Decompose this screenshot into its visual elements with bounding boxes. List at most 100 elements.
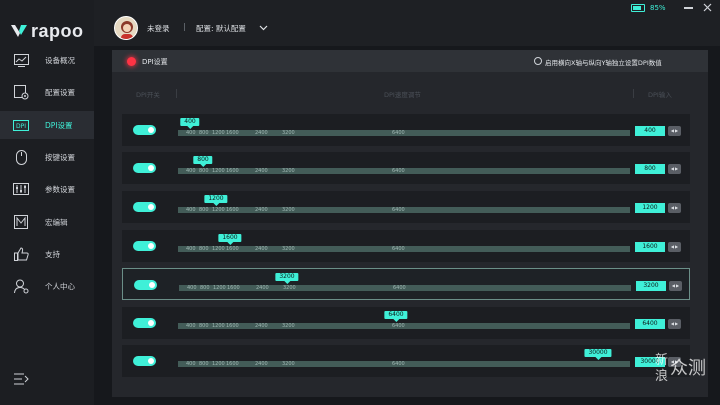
dpi-tick-label: 3200 bbox=[283, 285, 296, 291]
sidebar-item-config[interactable]: 配置设置 bbox=[0, 78, 94, 106]
increment-icon[interactable]: ▶ bbox=[675, 245, 678, 249]
dpi-slider-handle[interactable]: 800 bbox=[193, 156, 213, 167]
sidebar-item-user-center[interactable]: 个人中心 bbox=[0, 272, 94, 300]
dpi-stepper[interactable]: ◀ ▶ bbox=[668, 126, 681, 136]
dpi-slider-handle[interactable]: 30000 bbox=[584, 349, 612, 360]
dpi-row[interactable]: 400 800 1200 1600 2400 3200 6400 3200 3200 ◀ ▶ bbox=[122, 268, 690, 300]
dpi-stepper[interactable]: ◀ ▶ bbox=[668, 164, 681, 174]
dpi-stepper[interactable]: ◀ ▶ bbox=[668, 242, 681, 252]
dpi-tick-label: 3200 bbox=[282, 168, 295, 174]
sidebar-item-label: 按键设置 bbox=[45, 152, 75, 162]
dpi-toggle[interactable] bbox=[134, 280, 157, 290]
sidebar-item-label: 配置设置 bbox=[45, 87, 75, 97]
sidebar-item-buttons[interactable]: 按键设置 bbox=[0, 143, 94, 171]
decrement-icon[interactable]: ◀ bbox=[672, 284, 675, 288]
dpi-row[interactable]: 400 800 1200 1600 2400 3200 6400 6400 6400 ◀ ▶ bbox=[122, 307, 690, 339]
dpi-stepper[interactable]: ◀ ▶ bbox=[668, 319, 681, 329]
dpi-tick-label: 800 bbox=[199, 130, 209, 136]
sidebar-item-label: DPI设置 bbox=[45, 120, 73, 130]
dpi-slider-handle[interactable]: 400 bbox=[180, 118, 200, 129]
dpi-settings-panel: DPI设置 启用横向X轴与纵向Y轴独立设置DPI数值 DPI开关 DPI速度调节… bbox=[112, 50, 708, 397]
dpi-toggle[interactable] bbox=[133, 202, 156, 212]
column-header-toggle: DPI开关 bbox=[136, 91, 160, 99]
dpi-stepper[interactable]: ◀ ▶ bbox=[668, 203, 681, 213]
increment-icon[interactable]: ▶ bbox=[675, 206, 678, 210]
sidebar-item-macro[interactable]: 宏编辑 bbox=[0, 208, 94, 236]
config-selector[interactable]: 配置: 默认配置 bbox=[196, 23, 246, 34]
avatar[interactable] bbox=[114, 16, 138, 40]
header-separator: | bbox=[183, 22, 186, 31]
sidebar-item-label: 设备概况 bbox=[45, 55, 75, 65]
dpi-input[interactable]: 800 bbox=[635, 164, 665, 174]
dpi-row[interactable]: 400 800 1200 1600 2400 3200 6400 30000 30000 ◀ ▶ bbox=[122, 345, 690, 377]
xy-independent-label[interactable]: 启用横向X轴与纵向Y轴独立设置DPI数值 bbox=[545, 57, 662, 67]
dpi-toggle[interactable] bbox=[133, 163, 156, 173]
minimize-icon[interactable] bbox=[684, 7, 693, 9]
dpi-input[interactable]: 6400 bbox=[635, 319, 665, 329]
dpi-tick-label: 6400 bbox=[392, 207, 405, 213]
dpi-slider-handle[interactable]: 1200 bbox=[204, 195, 228, 206]
increment-icon[interactable]: ▶ bbox=[675, 167, 678, 171]
dpi-tick-label: 6400 bbox=[392, 323, 405, 329]
dpi-tick-label: 3200 bbox=[282, 207, 295, 213]
rapoo-logo: rapoo bbox=[10, 20, 84, 42]
column-header-input: DPI输入 bbox=[648, 91, 672, 99]
dpi-tick-label: 1200 bbox=[212, 130, 225, 136]
dpi-slider-handle[interactable]: 6400 bbox=[384, 311, 408, 322]
increment-icon[interactable]: ▶ bbox=[675, 129, 678, 133]
dpi-tick-label: 800 bbox=[199, 361, 209, 367]
record-dot-icon bbox=[127, 57, 136, 66]
dpi-stepper[interactable]: ◀ ▶ bbox=[669, 281, 682, 291]
section-title: DPI设置 bbox=[142, 58, 168, 66]
dpi-tick-label: 1200 bbox=[212, 323, 225, 329]
dpi-tick-label: 800 bbox=[199, 207, 209, 213]
dpi-tick-label: 3200 bbox=[282, 130, 295, 136]
dpi-row[interactable]: 400 800 1200 1600 2400 3200 6400 400 400 ◀ ▶ bbox=[122, 114, 690, 146]
dpi-tick-label: 2400 bbox=[255, 168, 268, 174]
decrement-icon[interactable]: ◀ bbox=[671, 245, 674, 249]
dpi-slider-handle[interactable]: 1600 bbox=[218, 234, 242, 245]
login-status[interactable]: 未登录 bbox=[147, 23, 170, 34]
dpi-input[interactable]: 400 bbox=[635, 126, 665, 136]
decrement-icon[interactable]: ◀ bbox=[671, 206, 674, 210]
dpi-row[interactable]: 400 800 1200 1600 2400 3200 6400 1200 1200 ◀ ▶ bbox=[122, 191, 690, 223]
svg-text:DPI: DPI bbox=[16, 123, 26, 130]
collapse-menu-icon[interactable] bbox=[13, 372, 29, 386]
dpi-toggle[interactable] bbox=[133, 356, 156, 366]
dpi-tick-label: 6400 bbox=[392, 168, 405, 174]
close-icon[interactable] bbox=[703, 3, 712, 12]
dpi-input[interactable]: 1600 bbox=[635, 242, 665, 252]
sidebar: rapoo 设备概况 配置设置 DPI DPI设置 按键设置 参数设置 宏编辑 … bbox=[0, 0, 94, 405]
dpi-slider-handle[interactable]: 3200 bbox=[275, 273, 299, 284]
dpi-toggle[interactable] bbox=[133, 318, 156, 328]
sidebar-item-support[interactable]: 支持 bbox=[0, 240, 94, 268]
chevron-down-icon[interactable] bbox=[259, 23, 268, 32]
dpi-input[interactable]: 1200 bbox=[635, 203, 665, 213]
sidebar-item-device-overview[interactable]: 设备概况 bbox=[0, 46, 94, 74]
dpi-input[interactable]: 3200 bbox=[636, 281, 666, 291]
sidebar-item-params[interactable]: 参数设置 bbox=[0, 175, 94, 203]
thumbs-up-icon bbox=[13, 246, 29, 262]
dpi-tick-label: 800 bbox=[200, 285, 210, 291]
dpi-tick-label: 800 bbox=[199, 168, 209, 174]
dpi-row[interactable]: 400 800 1200 1600 2400 3200 6400 800 800 ◀ ▶ bbox=[122, 152, 690, 184]
increment-icon[interactable]: ▶ bbox=[675, 322, 678, 326]
increment-icon[interactable]: ▶ bbox=[676, 284, 679, 288]
battery-percent: 85% bbox=[650, 4, 666, 12]
decrement-icon[interactable]: ◀ bbox=[671, 322, 674, 326]
sidebar-item-dpi[interactable]: DPI DPI设置 bbox=[0, 111, 94, 139]
dpi-tick-label: 800 bbox=[199, 323, 209, 329]
dpi-toggle[interactable] bbox=[133, 125, 156, 135]
decrement-icon[interactable]: ◀ bbox=[671, 167, 674, 171]
rapoo-v-icon bbox=[11, 25, 27, 37]
dpi-toggle[interactable] bbox=[133, 241, 156, 251]
dpi-tick-label: 6400 bbox=[393, 285, 406, 291]
xy-independent-radio[interactable] bbox=[534, 57, 542, 65]
dpi-row[interactable]: 400 800 1200 1600 2400 3200 6400 1600 1600 ◀ ▶ bbox=[122, 230, 690, 262]
dpi-tick-label: 400 bbox=[186, 168, 196, 174]
dpi-tick-label: 400 bbox=[186, 246, 196, 252]
dpi-tick-label: 1600 bbox=[226, 246, 239, 252]
decrement-icon[interactable]: ◀ bbox=[671, 129, 674, 133]
column-divider bbox=[176, 89, 177, 98]
sidebar-item-label: 个人中心 bbox=[45, 281, 75, 291]
